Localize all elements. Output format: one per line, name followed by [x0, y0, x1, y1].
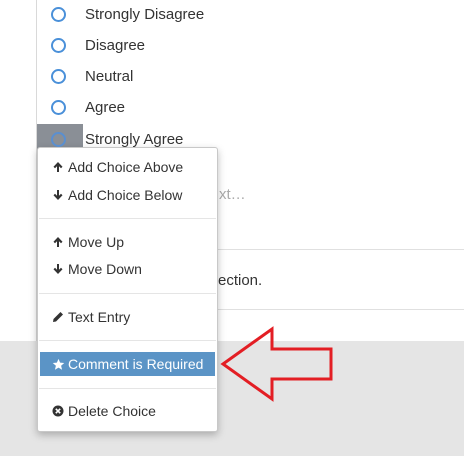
menu-separator [39, 340, 216, 341]
menu-item-label: Text Entry [68, 309, 131, 325]
menu-item-label: Comment is Required [68, 356, 204, 372]
menu-item-label: Delete Choice [68, 403, 156, 419]
radio-button[interactable] [51, 69, 66, 84]
menu-item-text-entry[interactable]: Text Entry [38, 305, 217, 329]
menu-item-label: Move Up [68, 234, 125, 250]
star-icon [52, 358, 68, 371]
menu-item-delete-choice[interactable]: Delete Choice [38, 399, 217, 423]
menu-item-add-choice-below[interactable]: Add Choice Below [38, 183, 217, 207]
menu-item-move-up[interactable]: Move Up [38, 230, 217, 254]
menu-item-move-down[interactable]: Move Down [38, 257, 217, 281]
choice-label[interactable]: Neutral [85, 68, 133, 85]
choice-label[interactable]: Strongly Agree [85, 131, 183, 148]
menu-separator [39, 218, 216, 219]
section-text-tail: ection. [218, 272, 263, 289]
radio-button[interactable] [51, 100, 66, 115]
menu-item-label: Add Choice Below [68, 187, 183, 203]
arrow-down-icon [52, 189, 68, 201]
pencil-icon [52, 311, 68, 323]
radio-button[interactable] [51, 38, 66, 53]
arrow-up-icon [52, 236, 68, 248]
choice-label[interactable]: Agree [85, 99, 125, 116]
choice-agree[interactable]: Agree [37, 92, 277, 123]
choice-label[interactable]: Strongly Disagree [85, 6, 204, 23]
menu-separator [39, 388, 216, 389]
menu-item-comment-is-required[interactable]: Comment is Required [40, 352, 215, 376]
times-circle-icon [52, 405, 68, 417]
choice-context-menu: Add Choice Above Add Choice Below Move U… [37, 147, 218, 432]
menu-item-label: Add Choice Above [68, 159, 184, 175]
radio-button[interactable] [51, 132, 66, 147]
arrow-up-icon [52, 161, 68, 173]
choice-neutral[interactable]: Neutral [37, 61, 277, 92]
radio-button[interactable] [51, 7, 66, 22]
menu-item-label: Move Down [68, 261, 142, 277]
choice-strongly-disagree[interactable]: Strongly Disagree [37, 0, 277, 30]
arrow-down-icon [52, 263, 68, 275]
menu-separator [39, 293, 216, 294]
menu-item-add-choice-above[interactable]: Add Choice Above [38, 155, 217, 179]
choice-label[interactable]: Disagree [85, 37, 145, 54]
add-choice-placeholder-tail[interactable]: xt… [219, 186, 246, 203]
callout-arrow-icon [220, 326, 333, 402]
choice-disagree[interactable]: Disagree [37, 30, 277, 61]
